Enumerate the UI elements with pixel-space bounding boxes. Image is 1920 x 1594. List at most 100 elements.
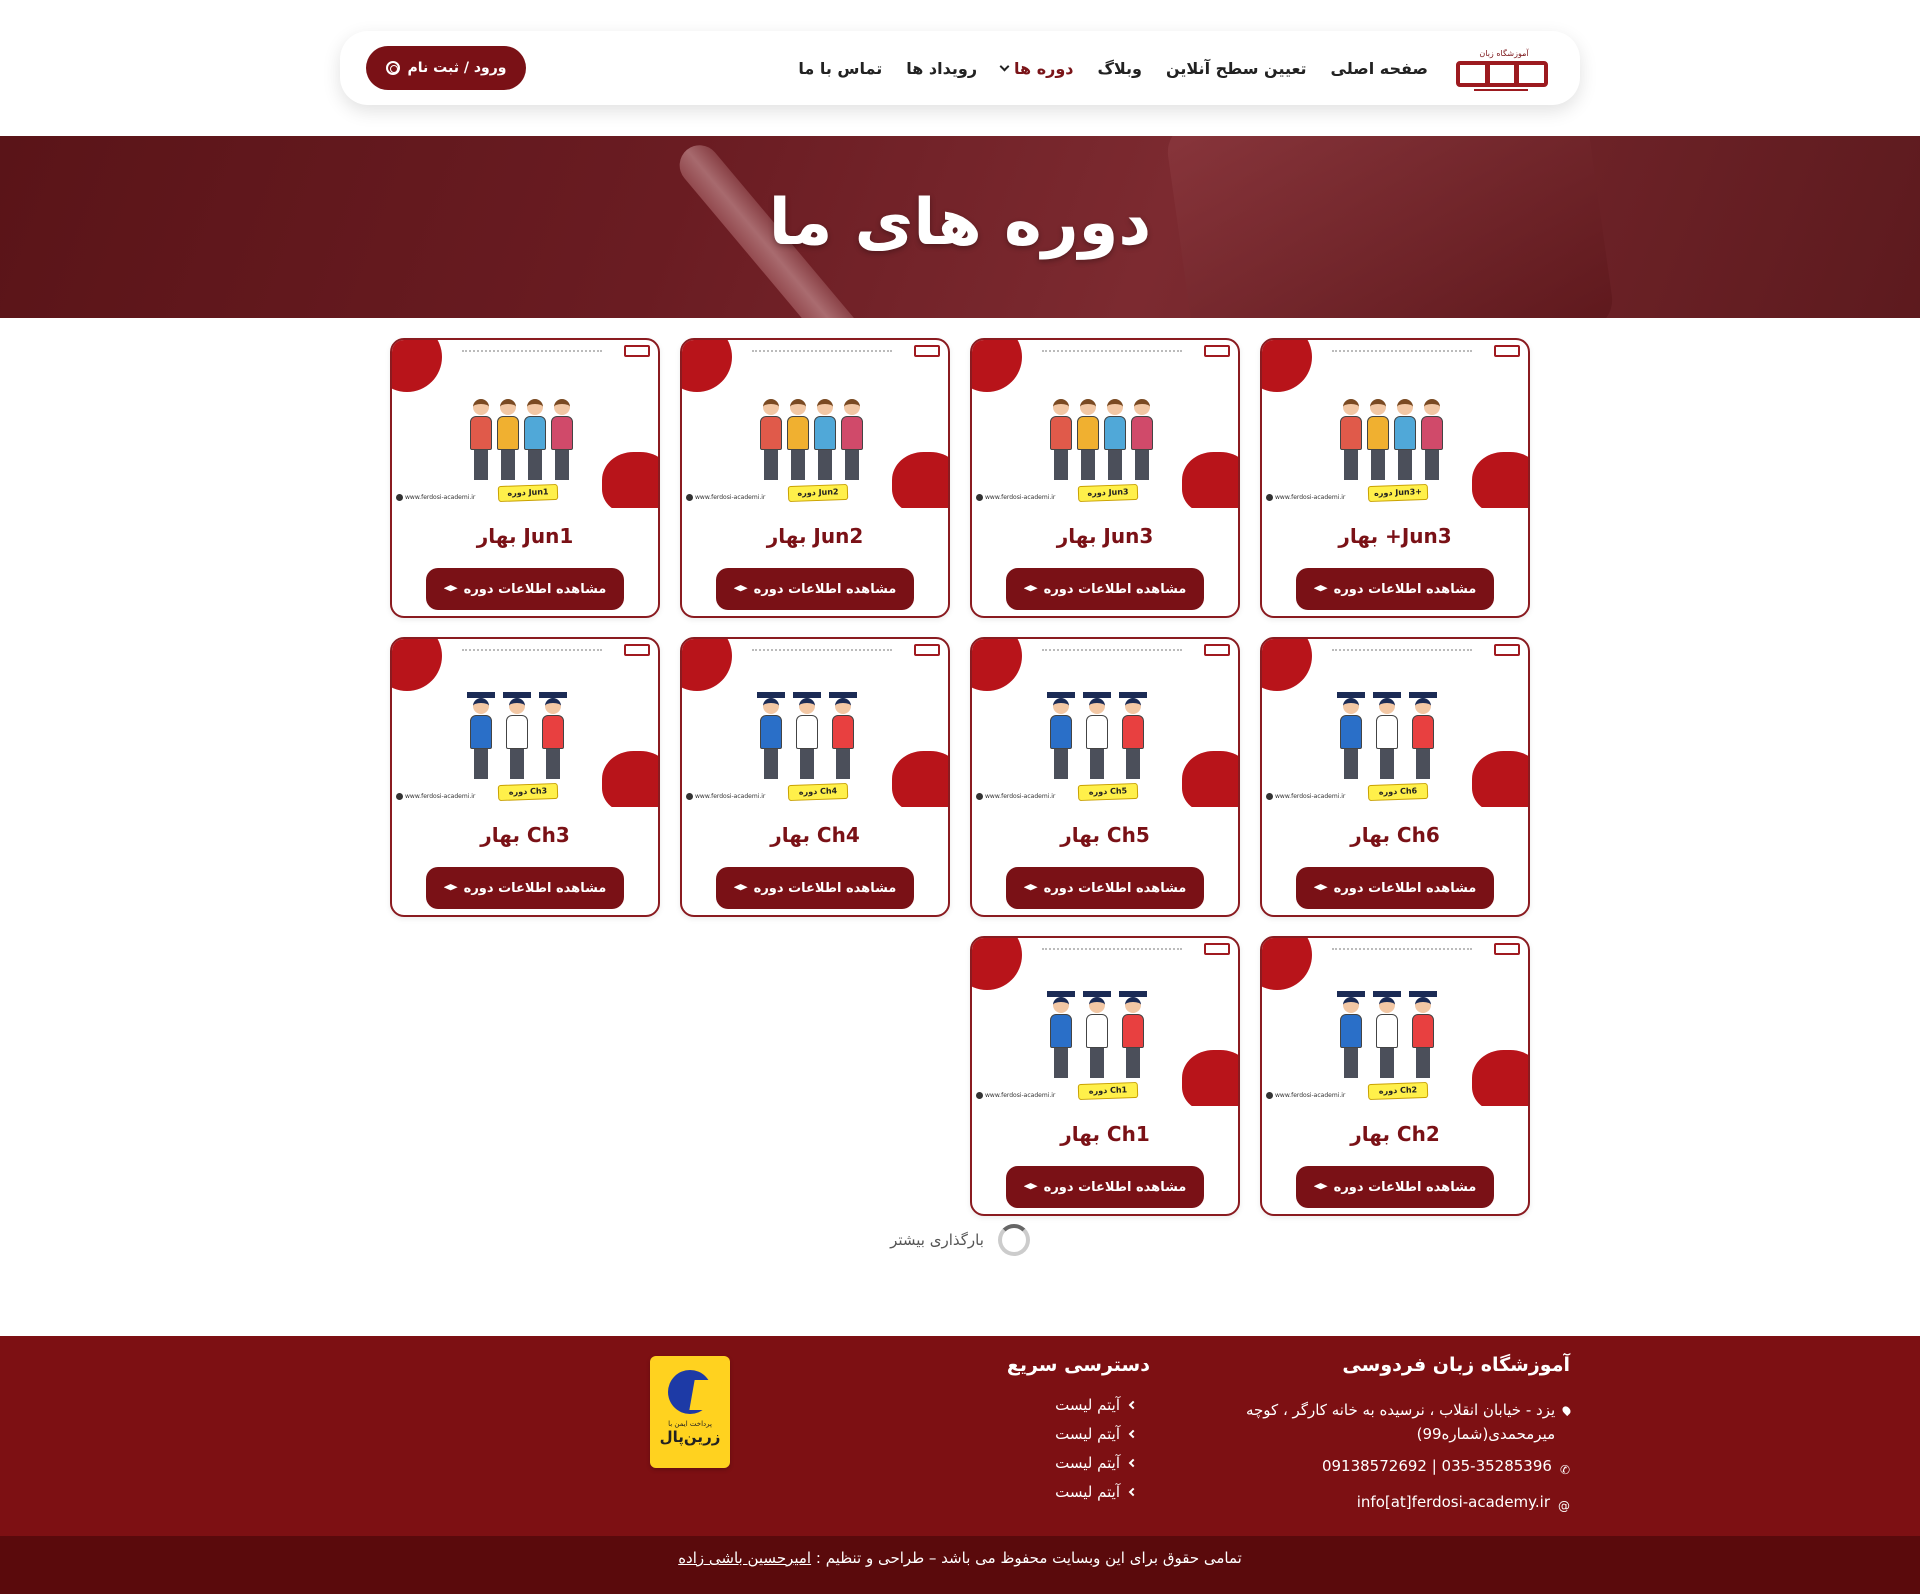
login-register-button[interactable]: ورود / ثبت نام [366, 46, 526, 90]
footer-phone-text: 035-35285396 | 09138572692 [1321, 1457, 1552, 1475]
logo-tagline: آموزشگاه زبان [1479, 49, 1529, 58]
nav-contact[interactable]: تماس با ما [798, 59, 882, 78]
course-image[interactable]: www.ferdosi-academi.ir دوره Jun2 [682, 340, 948, 508]
site-logo[interactable]: آموزشگاه زبان [1454, 43, 1554, 93]
footer-link[interactable]: آیتم لیست [910, 1425, 1150, 1443]
children-illustration [1047, 974, 1162, 1078]
course-title[interactable]: Ch4 بهار [682, 823, 948, 847]
nav-events[interactable]: رویداد ها [906, 59, 977, 78]
course-image[interactable]: www.ferdosi-academi.ir دوره Jun3 [972, 340, 1238, 508]
view-course-button[interactable]: مشاهده اطلاعات دوره [426, 568, 624, 610]
load-more[interactable]: بارگذاری بیشتر [0, 1224, 1920, 1256]
course-title[interactable]: Jun2 بهار [682, 524, 948, 548]
graduation-cap-icon [733, 884, 748, 891]
decor-blob [972, 340, 1022, 392]
view-course-button[interactable]: مشاهده اطلاعات دوره [1006, 1166, 1204, 1208]
decor-dots [1042, 350, 1182, 352]
course-image[interactable]: www.ferdosi-academi.ir دوره Jun1 [392, 340, 658, 508]
nav-courses[interactable]: دوره ها [999, 59, 1074, 78]
child-figure [757, 692, 785, 779]
view-course-button[interactable]: مشاهده اطلاعات دوره [716, 568, 914, 610]
child-figure [497, 399, 519, 480]
course-card[interactable]: www.ferdosi-academi.ir دوره Ch3 Ch3 بهار مش… [390, 637, 660, 917]
course-card[interactable]: www.ferdosi-academi.ir دوره Ch2 Ch2 بهار مش… [1260, 936, 1530, 1216]
academy-logo-icon [624, 345, 650, 357]
course-image[interactable]: www.ferdosi-academi.ir دوره Ch3 [392, 639, 658, 807]
course-image-website: www.ferdosi-academi.ir [976, 793, 1055, 800]
course-title[interactable]: Jun1 بهار [392, 524, 658, 548]
decor-dots [1042, 649, 1182, 651]
course-card[interactable]: www.ferdosi-academi.ir دوره Ch5 Ch5 بهار مش… [970, 637, 1240, 917]
decor-dots [752, 350, 892, 352]
nav-home[interactable]: صفحه اصلی [1331, 59, 1428, 78]
course-card[interactable]: www.ferdosi-academi.ir دوره Jun1 Jun1 بهار… [390, 338, 660, 618]
course-card[interactable]: www.ferdosi-academi.ir دوره Ch6 Ch6 بهار مش… [1260, 637, 1530, 917]
footer-link[interactable]: آیتم لیست [910, 1396, 1150, 1414]
graduation-cap-icon [1313, 1183, 1328, 1190]
footer-link[interactable]: آیتم لیست [910, 1483, 1150, 1501]
child-figure [1047, 991, 1075, 1078]
footer-email[interactable]: @ info[at]ferdosi-academy.ir [1210, 1490, 1570, 1518]
course-card[interactable]: www.ferdosi-academi.ir دوره Jun2 Jun2 بهار… [680, 338, 950, 618]
login-label: ورود / ثبت نام [407, 60, 507, 76]
nav-blog[interactable]: وبلاگ [1098, 59, 1142, 78]
course-image[interactable]: www.ferdosi-academi.ir دوره Ch4 [682, 639, 948, 807]
course-image[interactable]: www.ferdosi-academi.ir دوره Jun3+ [1262, 340, 1528, 508]
children-illustration [1337, 675, 1452, 779]
view-course-button[interactable]: مشاهده اطلاعات دوره [716, 867, 914, 909]
course-card[interactable]: www.ferdosi-academi.ir دوره Jun3 Jun3 بهار… [970, 338, 1240, 618]
nav-placement-test[interactable]: تعیین سطح آنلاین [1166, 59, 1307, 78]
course-title[interactable]: Ch6 بهار [1262, 823, 1528, 847]
children-illustration [757, 675, 872, 779]
course-image-website: www.ferdosi-academi.ir [686, 494, 765, 501]
fingerprint-icon [385, 61, 400, 75]
decor-blob [1262, 938, 1312, 990]
course-card[interactable]: www.ferdosi-academi.ir دوره Ch1 Ch1 بهار مش… [970, 936, 1240, 1216]
course-title[interactable]: Ch3 بهار [392, 823, 658, 847]
children-illustration [1050, 376, 1162, 480]
view-course-label: مشاهده اطلاعات دوره [1043, 880, 1187, 896]
graduation-cap-icon [733, 585, 748, 592]
course-title[interactable]: Ch1 بهار [972, 1122, 1238, 1146]
footer-phone[interactable]: ✆ 035-35285396 | 09138572692 [1210, 1454, 1570, 1482]
decor-blob [1182, 751, 1238, 807]
course-card[interactable]: www.ferdosi-academi.ir دوره Ch4 Ch4 بهار مش… [680, 637, 950, 917]
view-course-button[interactable]: مشاهده اطلاعات دوره [1296, 1166, 1494, 1208]
decor-blob [392, 340, 442, 392]
footer-link-label: آیتم لیست [1055, 1425, 1120, 1443]
decor-blob [892, 751, 948, 807]
badge-line2: زرین‌پال [659, 1428, 721, 1446]
decor-blob [392, 639, 442, 691]
phone-icon: ✆ [1559, 1463, 1570, 1477]
course-title[interactable]: Jun3+ بهار [1262, 524, 1528, 548]
load-more-label: بارگذاری بیشتر [890, 1231, 984, 1249]
view-course-button[interactable]: مشاهده اطلاعات دوره [1006, 867, 1204, 909]
course-image[interactable]: www.ferdosi-academi.ir دوره Ch1 [972, 938, 1238, 1106]
child-figure [1083, 692, 1111, 779]
view-course-button[interactable]: مشاهده اطلاعات دوره [1006, 568, 1204, 610]
course-title[interactable]: Jun3 بهار [972, 524, 1238, 548]
course-image[interactable]: www.ferdosi-academi.ir دوره Ch2 [1262, 938, 1528, 1106]
decor-blob [1182, 1050, 1238, 1106]
zarinpal-trust-badge[interactable]: پرداخت ایمن با زرین‌پال [650, 1356, 730, 1468]
view-course-label: مشاهده اطلاعات دوره [1333, 581, 1477, 597]
course-image-tag: دوره Ch1 [1077, 1081, 1139, 1101]
view-course-button[interactable]: مشاهده اطلاعات دوره [1296, 568, 1494, 610]
course-card[interactable]: www.ferdosi-academi.ir دوره Jun3+ Jun3+ به… [1260, 338, 1530, 618]
course-title[interactable]: Ch2 بهار [1262, 1122, 1528, 1146]
designer-link[interactable]: امیرحسین باشی زاده [678, 1549, 811, 1567]
decor-blob [682, 639, 732, 691]
footer-link-label: آیتم لیست [1055, 1454, 1120, 1472]
academy-logo-icon [1204, 345, 1230, 357]
view-course-label: مشاهده اطلاعات دوره [753, 581, 897, 597]
course-image[interactable]: www.ferdosi-academi.ir دوره Ch5 [972, 639, 1238, 807]
course-image-website: www.ferdosi-academi.ir [976, 1092, 1055, 1099]
course-image[interactable]: www.ferdosi-academi.ir دوره Ch6 [1262, 639, 1528, 807]
course-title[interactable]: Ch5 بهار [972, 823, 1238, 847]
course-image-tag: دوره Ch4 [787, 782, 849, 802]
view-course-button[interactable]: مشاهده اطلاعات دوره [426, 867, 624, 909]
decor-dots [1332, 350, 1472, 352]
footer-link[interactable]: آیتم لیست [910, 1454, 1150, 1472]
footer-address: یزد - خیابان انقلاب ، نرسیده به خانه کار… [1210, 1398, 1573, 1446]
view-course-button[interactable]: مشاهده اطلاعات دوره [1296, 867, 1494, 909]
